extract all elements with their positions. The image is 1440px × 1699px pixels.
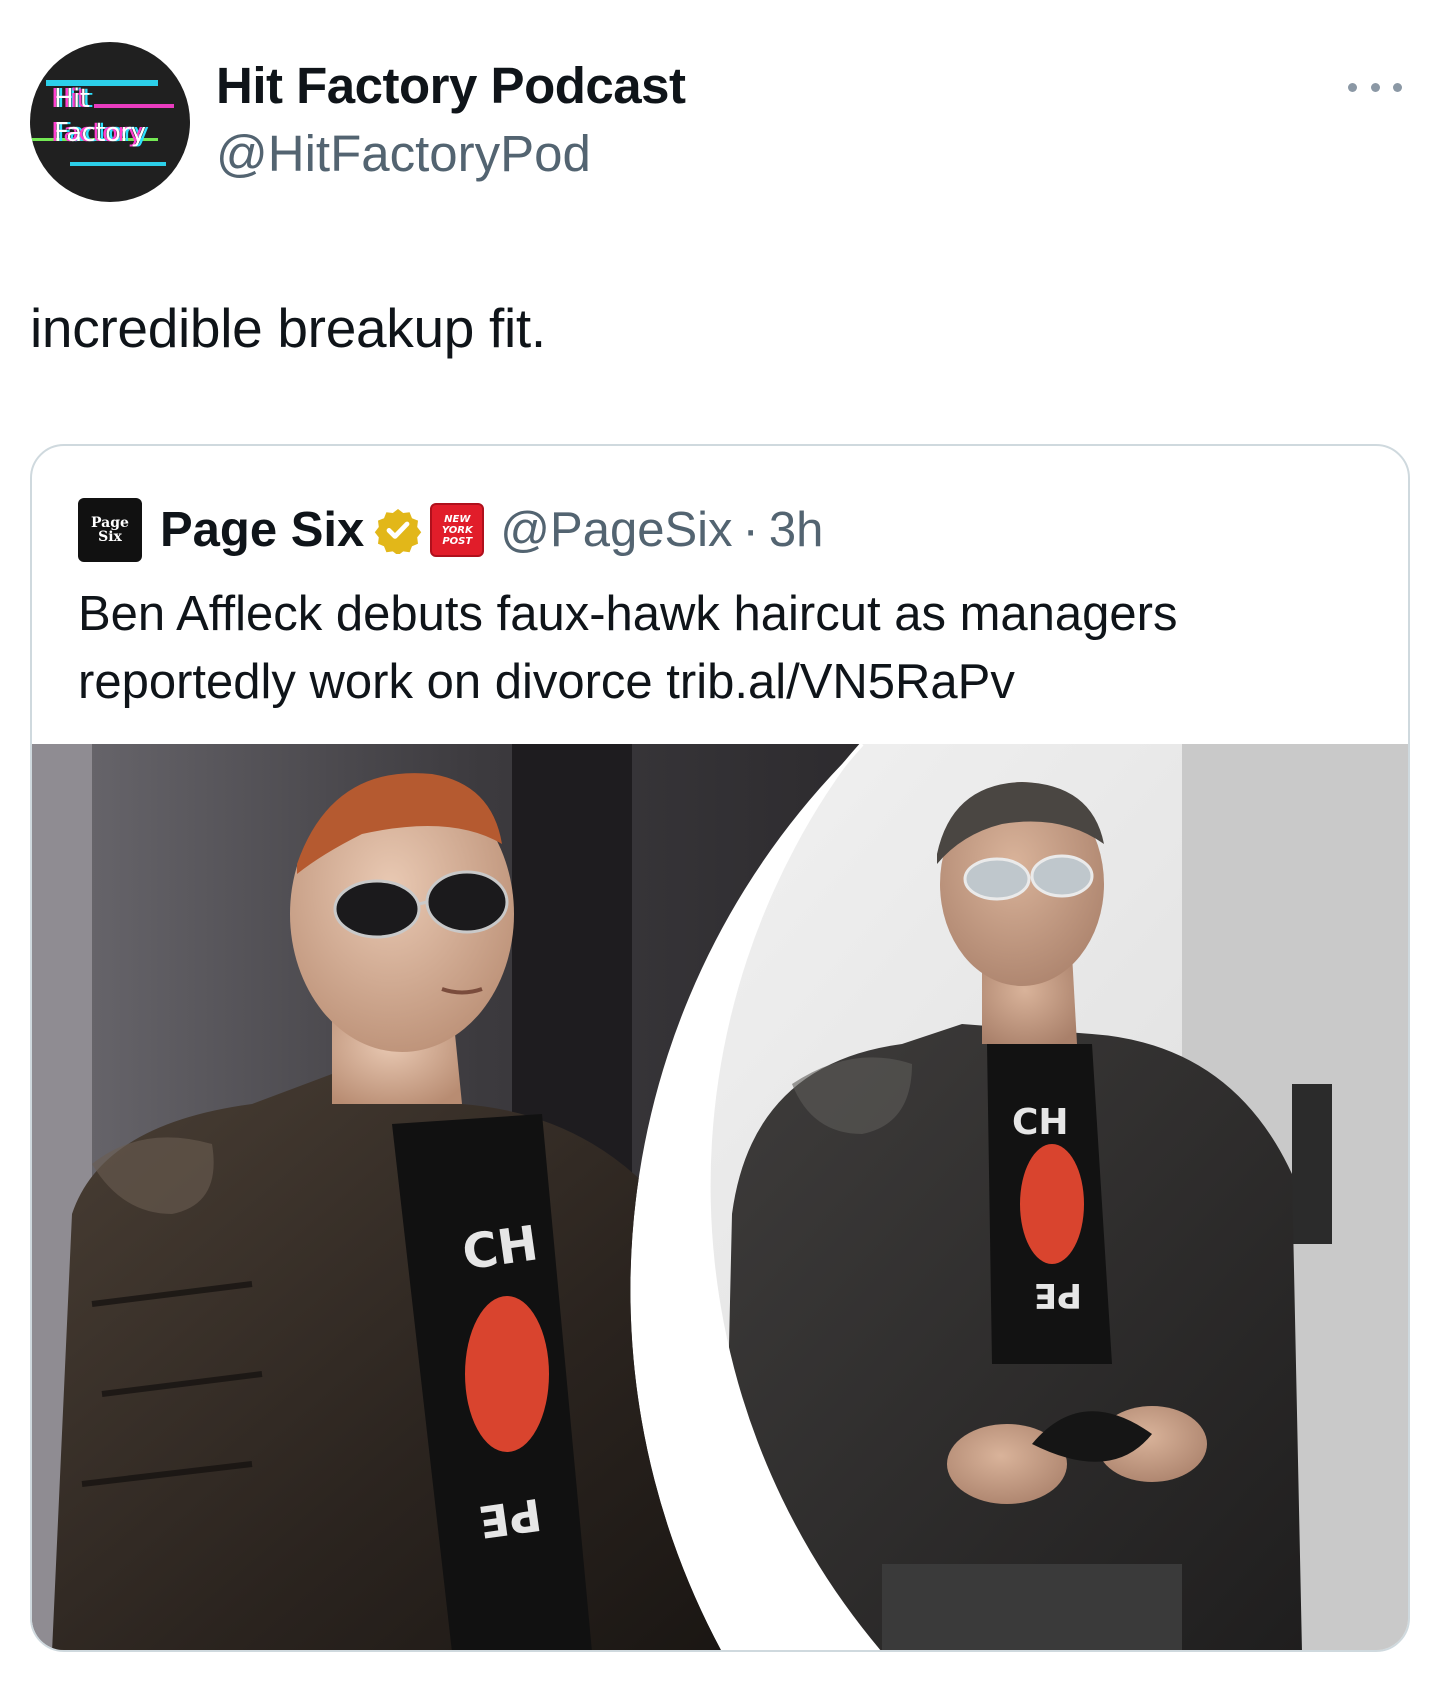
shirt-text-top-right: CH: [1012, 1102, 1069, 1143]
more-horizontal-icon[interactable]: [1348, 72, 1402, 102]
quoted-display-name[interactable]: Page Six: [160, 502, 364, 558]
page-six-avatar[interactable]: Page Six: [78, 498, 142, 562]
avatar-logo-text: Hit Factory: [54, 82, 146, 150]
avatar-word-1: Hit: [54, 84, 90, 114]
quoted-tweet-card[interactable]: Page Six Page Six NEW YORK POST @PageSix…: [30, 444, 1410, 1652]
badge-word-3: POST: [442, 535, 473, 547]
logo-word-2: Six: [98, 529, 122, 545]
quoted-tweet-text: Ben Affleck debuts faux-hawk haircut as …: [78, 587, 1178, 709]
shirt-text-top: CH: [459, 1215, 541, 1281]
glitch-line: [70, 162, 166, 166]
author-handle[interactable]: @HitFactoryPod: [216, 124, 591, 183]
quoted-handle[interactable]: @PageSix: [500, 502, 732, 558]
quoted-tweet-photo[interactable]: CH PE CH PE: [32, 744, 1408, 1652]
tweet-text: incredible breakup fit.: [30, 297, 546, 359]
avatar-word-2: Factory: [54, 118, 146, 148]
shirt-text-bottom: PE: [476, 1488, 545, 1547]
shirt-text-bottom-right: PE: [1034, 1275, 1082, 1315]
quoted-timestamp[interactable]: 3h: [769, 502, 824, 558]
badge-word-2: YORK: [441, 524, 473, 536]
badge-word-1: NEW: [444, 513, 471, 525]
verified-badge-icon: [375, 509, 422, 554]
separator-dot: ·: [742, 503, 759, 557]
author-display-name[interactable]: Hit Factory Podcast: [216, 56, 686, 115]
quoted-tweet-header: Page Six Page Six NEW YORK POST @PageSix…: [78, 494, 823, 566]
new-york-post-affiliate-badge[interactable]: NEW YORK POST: [430, 503, 485, 557]
logo-word-1: Page: [91, 515, 129, 531]
avatar[interactable]: Hit Factory: [30, 42, 190, 202]
